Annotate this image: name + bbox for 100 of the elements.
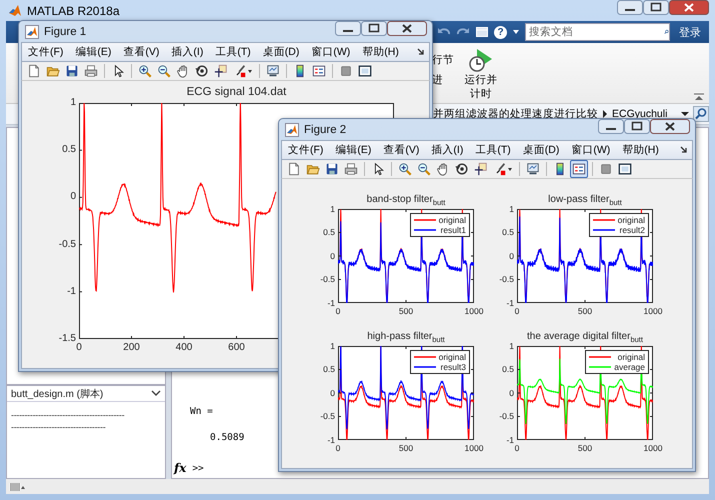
tick-label: 200 bbox=[123, 343, 140, 353]
zoom-in-icon bbox=[138, 64, 152, 78]
legend-line-icon bbox=[589, 365, 612, 370]
menu-item[interactable]: 帮助(H) bbox=[362, 45, 399, 59]
tick-label: 0 bbox=[330, 252, 335, 260]
tick-label: 500 bbox=[398, 444, 414, 452]
tick-label: -1 bbox=[67, 286, 76, 297]
legend-label: original bbox=[438, 352, 466, 362]
dock-arrow-icon[interactable] bbox=[680, 146, 688, 154]
matlab-logo-icon bbox=[25, 24, 39, 38]
zoom-out-icon bbox=[157, 64, 171, 78]
legend-label: original bbox=[616, 352, 645, 362]
dock-arrow-icon[interactable] bbox=[417, 48, 425, 56]
legend-label: average bbox=[614, 362, 645, 372]
maximize-icon[interactable] bbox=[624, 119, 650, 134]
square-icon bbox=[599, 162, 613, 176]
save-icon bbox=[65, 64, 79, 78]
window-title: Figure 2 bbox=[304, 124, 346, 136]
tick-label: 0 bbox=[336, 444, 340, 452]
legend-line-icon bbox=[414, 228, 436, 232]
menu-item[interactable]: 桌面(D) bbox=[522, 143, 560, 157]
tick-label: 1 bbox=[330, 204, 335, 214]
menu-item[interactable]: 文件(F) bbox=[288, 143, 324, 157]
tick-label: -0.5 bbox=[58, 240, 76, 250]
data-cursor-icon bbox=[474, 162, 488, 176]
tick-label: -1 bbox=[327, 436, 335, 444]
minimize-icon[interactable] bbox=[617, 0, 643, 15]
plot-window-icon bbox=[266, 64, 280, 78]
menu-item[interactable]: 插入(I) bbox=[171, 45, 204, 59]
window-title: Figure 1 bbox=[44, 26, 86, 38]
close-icon[interactable] bbox=[650, 119, 690, 134]
menu-item[interactable]: 插入(I) bbox=[431, 143, 464, 157]
detail-line: ------------------------------------------ bbox=[11, 410, 126, 420]
ribbon-label[interactable]: 行节 bbox=[432, 53, 454, 67]
menu-item[interactable]: 帮助(H) bbox=[622, 143, 659, 157]
search-box[interactable]: 搜索文档 bbox=[525, 23, 670, 41]
legend-icon bbox=[572, 162, 586, 176]
tick-label: 600 bbox=[228, 343, 245, 353]
search-icon[interactable] bbox=[693, 106, 709, 122]
legend-line-icon bbox=[414, 355, 436, 360]
menu-item[interactable]: 窗口(W) bbox=[571, 143, 610, 157]
close-icon[interactable] bbox=[669, 0, 709, 15]
data-cursor-icon bbox=[214, 64, 228, 78]
menu-item[interactable]: 工具(T) bbox=[215, 45, 251, 59]
tick-label: 0 bbox=[336, 307, 340, 316]
tick-label: 0 bbox=[514, 307, 520, 316]
tick-label: -1 bbox=[506, 298, 514, 308]
tick-label: 0 bbox=[70, 192, 76, 202]
printer-icon bbox=[344, 162, 358, 176]
menu-item[interactable]: 文件(F) bbox=[28, 45, 64, 59]
menu-item[interactable]: 查看(V) bbox=[123, 45, 160, 59]
login-button[interactable]: 登录 bbox=[675, 24, 705, 40]
plot-window-icon bbox=[526, 162, 540, 176]
run-and-time-button[interactable]: 运行并计时 bbox=[462, 43, 500, 103]
tick-label: 0.5 bbox=[502, 365, 514, 374]
caret-icon[interactable] bbox=[512, 28, 520, 36]
minimize-icon[interactable] bbox=[335, 21, 361, 36]
frame-icon bbox=[358, 64, 372, 78]
menu-item[interactable]: 桌面(D) bbox=[262, 45, 300, 59]
printer-icon bbox=[84, 64, 98, 78]
maximize-icon[interactable] bbox=[361, 21, 387, 36]
menu-item[interactable]: 编辑(E) bbox=[75, 45, 112, 59]
rotate-icon bbox=[195, 64, 209, 78]
frame-icon bbox=[618, 162, 632, 176]
panel-title: butt_design.m (脚本) bbox=[11, 388, 104, 400]
toolbar-button[interactable] bbox=[570, 160, 588, 178]
new-file-icon bbox=[287, 162, 301, 176]
tick-label: 0 bbox=[509, 252, 514, 260]
folder-icon bbox=[46, 64, 60, 78]
collapse-icon[interactable] bbox=[693, 93, 705, 101]
maximize-icon[interactable] bbox=[643, 0, 669, 15]
plot-title: ECG signal 104.dat bbox=[186, 87, 286, 98]
window-icon[interactable] bbox=[475, 25, 489, 39]
tick-label: 0 bbox=[76, 343, 82, 353]
function-label[interactable]: fx bbox=[174, 461, 186, 475]
ribbon-label[interactable]: 进 bbox=[432, 73, 454, 87]
legend-label: result2 bbox=[618, 225, 645, 236]
window-title: MATLAB R2018a bbox=[27, 4, 120, 18]
legend-label: result1 bbox=[439, 225, 466, 236]
chevron-icon[interactable] bbox=[151, 390, 161, 397]
new-file-icon bbox=[27, 64, 41, 78]
tick-label: 400 bbox=[176, 343, 192, 353]
matlab-logo-icon bbox=[285, 122, 299, 136]
minimize-icon[interactable] bbox=[598, 119, 624, 134]
plot-title: high-pass filter$_{butt}$ bbox=[367, 332, 445, 342]
legend-icon bbox=[312, 64, 326, 78]
legend-line-icon bbox=[592, 218, 615, 222]
menu-item[interactable]: 窗口(W) bbox=[311, 45, 350, 59]
status-grip-icon bbox=[10, 482, 26, 492]
tick-label: 1 bbox=[509, 342, 514, 350]
menu-item[interactable]: 工具(T) bbox=[475, 143, 511, 157]
folder-name[interactable]: ECGyuchuli bbox=[612, 108, 668, 120]
detail-line: ----------------------------------- bbox=[11, 422, 106, 432]
menu-item[interactable]: 查看(V) bbox=[383, 143, 420, 157]
menu-item[interactable]: 编辑(E) bbox=[335, 143, 372, 157]
square-icon bbox=[339, 64, 353, 78]
help-button[interactable]: ? bbox=[494, 26, 507, 38]
search-field[interactable]: 搜索文档 bbox=[526, 26, 664, 38]
close-icon[interactable] bbox=[387, 21, 427, 36]
tick-label: 1000 bbox=[464, 444, 484, 452]
